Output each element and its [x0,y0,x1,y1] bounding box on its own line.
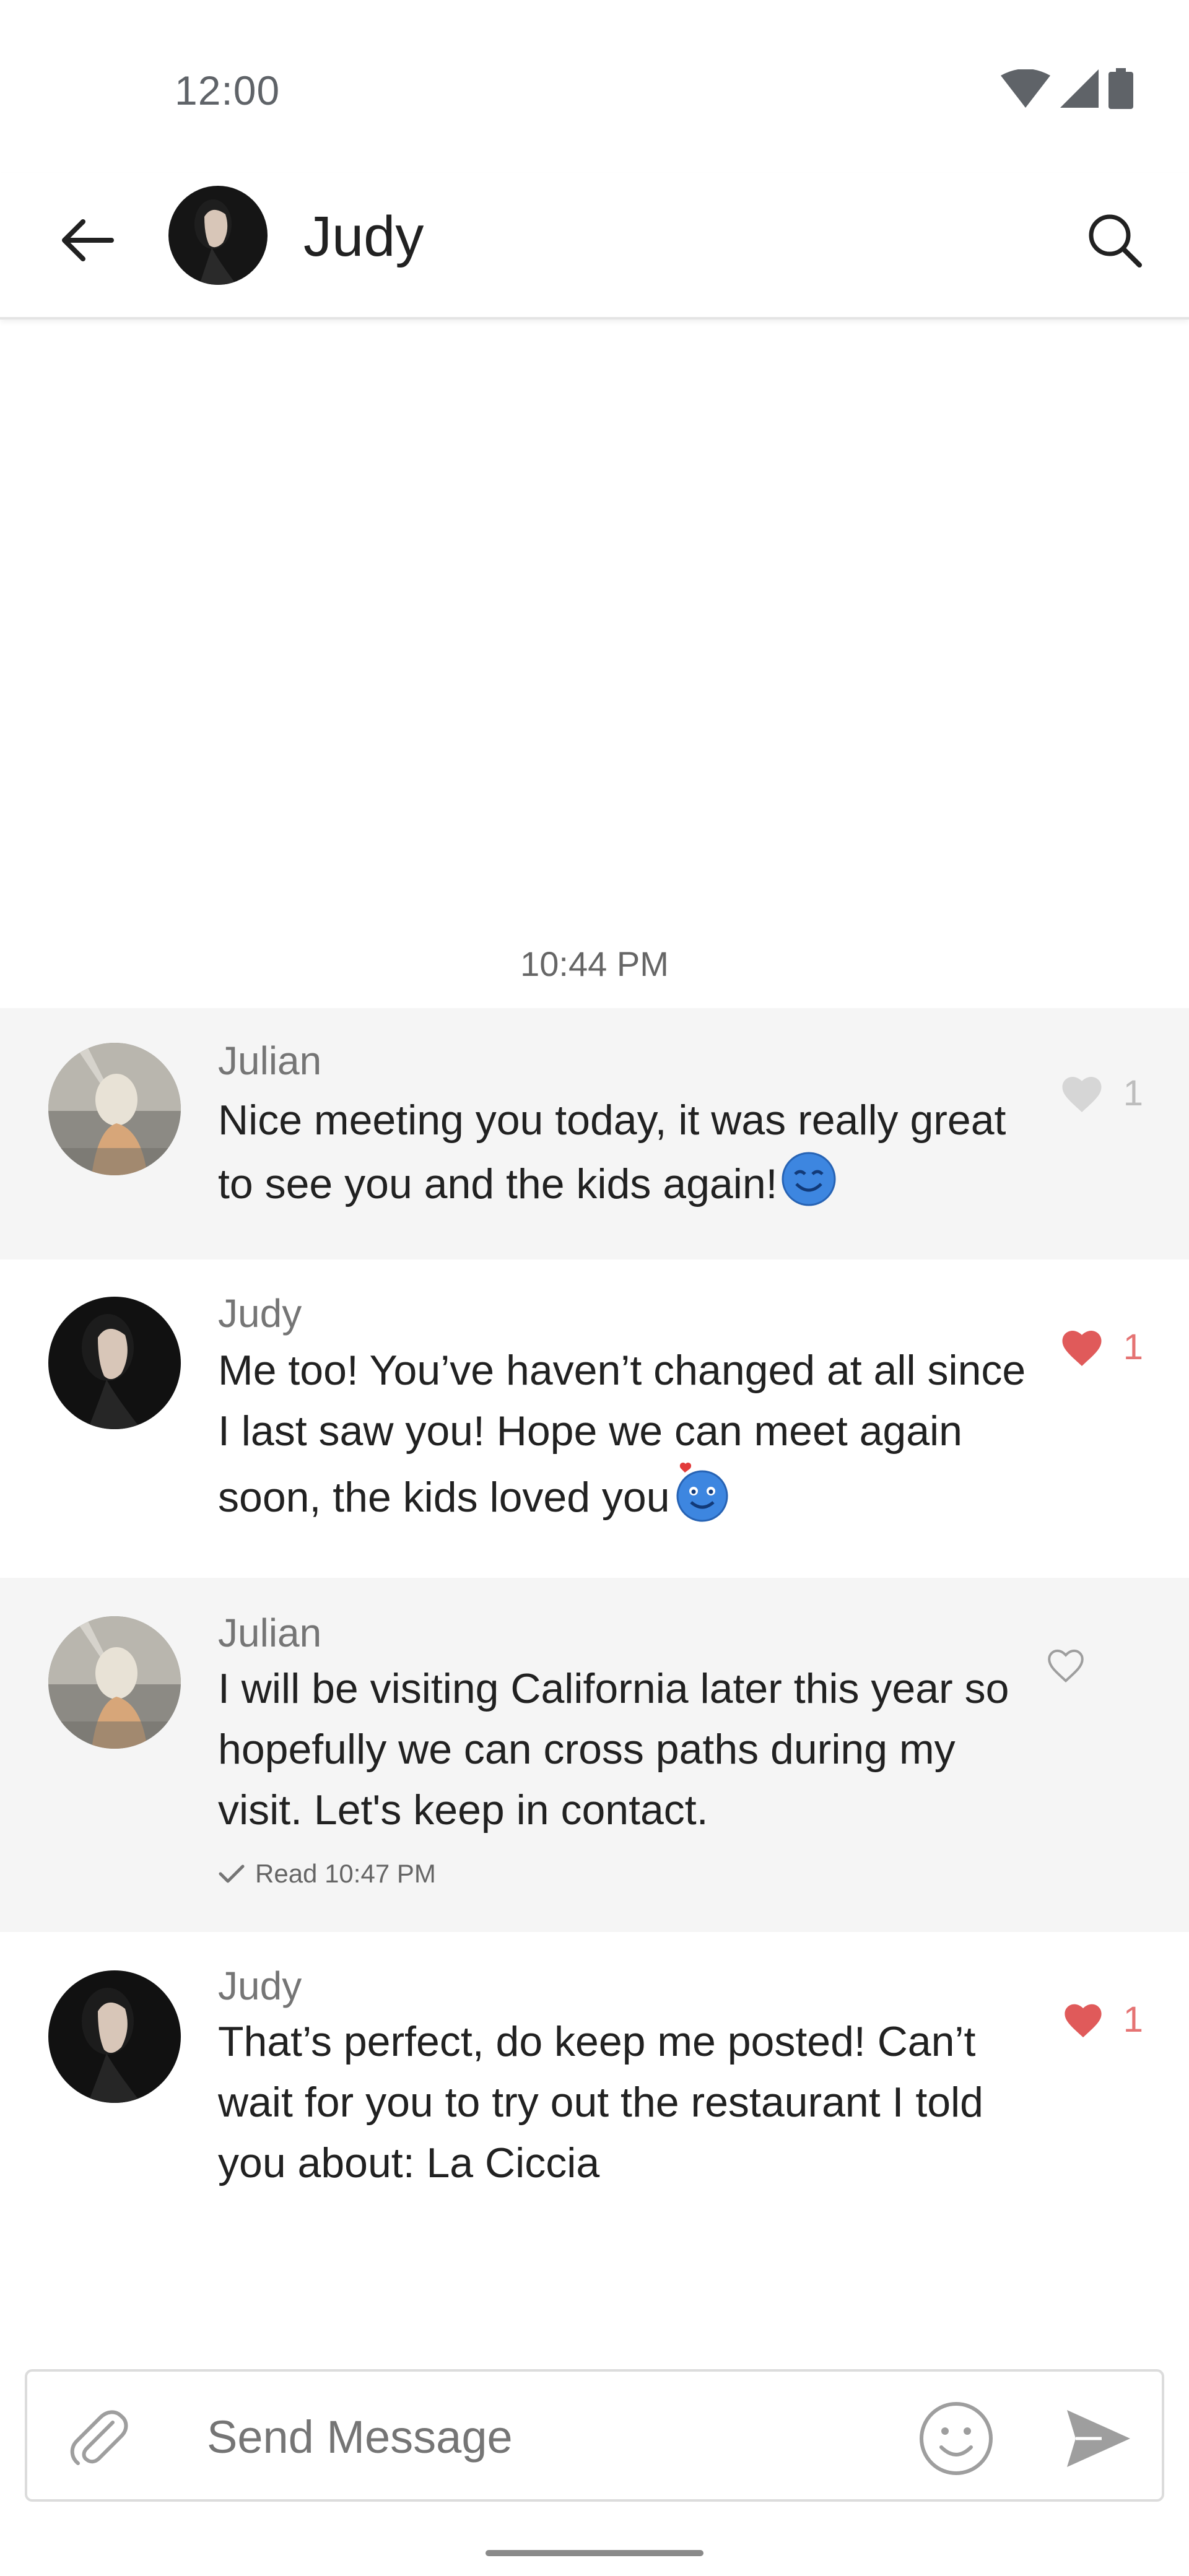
cellular-signal-icon [1060,69,1099,108]
sender-avatar[interactable] [48,1043,181,1175]
contact-name[interactable]: Judy [303,204,424,269]
judy-avatar-image [48,1297,181,1429]
sender-avatar[interactable] [48,1297,181,1429]
like-button[interactable]: 1 [1059,1326,1143,1368]
heart-filled-icon [1062,1330,1102,1366]
checkmark-icon [219,1865,245,1883]
read-receipt-text: Read 10:47 PM [255,1859,436,1888]
app-bar: Judy [0,173,1189,320]
message-item: Julian I will be visiting California lat… [0,1578,1189,1932]
message-text: I will be visiting California later this… [218,1665,1009,1834]
heart-icon [1062,1076,1102,1112]
like-button[interactable]: 1 [1061,1999,1143,2040]
send-button[interactable] [1055,2395,1142,2482]
like-count: 1 [1123,1327,1143,1367]
smiling-face-emoji-icon [780,1151,837,1224]
message-sender: Julian [218,1611,322,1655]
emoji-button[interactable] [913,2395,1000,2482]
smiley-face-icon [920,2402,993,2475]
message-item: Judy Me too! You’ve haven’t changed at a… [0,1260,1189,1578]
send-icon [1067,2410,1130,2467]
message-body: Me too! You’ve haven’t changed at all si… [218,1347,1026,1521]
attach-button[interactable] [58,2398,139,2478]
like-count: 1 [1123,1999,1143,2040]
heart-outline-icon [1048,1649,1084,1683]
message-sender: Judy [218,1291,302,1336]
sender-avatar[interactable] [48,1616,181,1749]
message-item: Judy That’s perfect, do keep me posted! … [0,1932,1189,2242]
message-text: That’s perfect, do keep me posted! Can’t… [218,2018,983,2187]
message-composer [25,2369,1164,2502]
julian-avatar-image [48,1616,181,1749]
like-count: 1 [1123,1073,1143,1113]
message-sender: Judy [218,1964,302,2008]
message-input[interactable] [207,2396,888,2477]
read-receipt: Read 10:47 PM [218,1859,436,1889]
message-body: Nice meeting you today, it was really gr… [218,1097,1006,1208]
sender-avatar[interactable] [48,1970,181,2103]
status-time: 12:00 [175,67,281,113]
paperclip-icon [70,2410,128,2465]
search-icon [1089,214,1142,268]
status-bar: 12:00 [0,0,1189,173]
home-indicator[interactable] [486,2550,703,2556]
julian-avatar-image [48,1043,181,1175]
conversation-timestamp: 10:44 PM [520,944,669,983]
judy-avatar-image [48,1970,181,2103]
message-text: Me too! You’ve haven’t changed at all si… [218,1340,1035,1539]
message-item: Julian Nice meeting you today, it was re… [0,1008,1189,1260]
back-button[interactable] [50,203,124,277]
message-text: Nice meeting you today, it was really gr… [218,1090,1035,1224]
face-with-heart-emoji-icon [673,1461,732,1539]
message-sender: Julian [218,1038,322,1083]
wifi-icon [1001,69,1050,108]
judy-avatar-image [168,186,268,285]
battery-icon [1108,68,1133,109]
search-button[interactable] [1078,203,1152,277]
like-button[interactable] [1044,1646,1106,1684]
arrow-back-icon [62,219,114,261]
heart-filled-icon [1065,2004,1102,2037]
contact-avatar[interactable] [168,186,268,285]
like-button[interactable]: 1 [1059,1073,1143,1114]
status-icons [1001,67,1133,110]
